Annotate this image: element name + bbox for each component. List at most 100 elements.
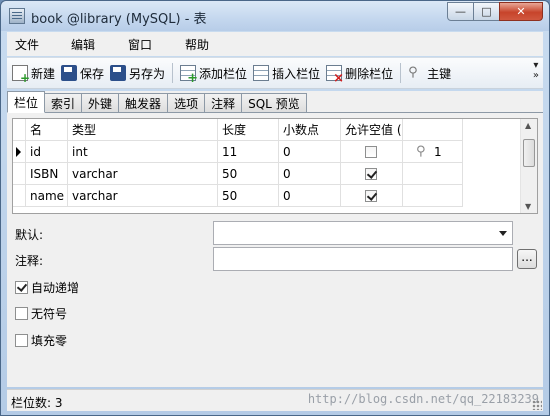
auto-increment-option[interactable]: 自动递增 [15,279,79,296]
save-label: 保存 [80,66,105,81]
add-field-label: 添加栏位 [199,66,248,81]
key-order: 1 [434,145,442,159]
allow-null-checkbox[interactable] [365,190,377,202]
scroll-down-arrow-icon[interactable]: ▼ [525,202,531,211]
toolbar: 新建 保存 另存为 添加栏位 插入栏位 删除栏位 ⚲ 主键 ▾» [7,57,543,89]
column-header-type[interactable]: 类型 [68,119,218,141]
add-field-button[interactable]: 添加栏位 [177,61,250,86]
scroll-up-arrow-icon[interactable]: ▲ [525,121,531,130]
save-as-button[interactable]: 另存为 [107,61,168,85]
fields-panel: 名 类型 长度 小数点 允许空值 ( id int 11 0 ⚲ 1 ISBN … [7,112,543,387]
menu-bar: 文件 编辑 窗口 帮助 [7,32,543,56]
column-header-allow-null[interactable]: 允许空值 ( [341,119,403,141]
grid-vertical-scrollbar[interactable]: ▲ ▼ [520,119,537,213]
key-icon: ⚲ [408,65,418,80]
field-name-cell[interactable]: ISBN [26,163,68,185]
tab-sql-preview[interactable]: SQL 预览 [241,93,307,113]
column-header-length[interactable]: 长度 [218,119,279,141]
field-name-cell[interactable]: name [26,185,68,207]
table-row[interactable]: id int 11 0 ⚲ 1 [13,141,521,163]
maximize-button[interactable]: □ [473,2,500,21]
menu-help[interactable]: 帮助 [177,36,209,53]
new-label: 新建 [31,66,56,81]
row-indicator [13,119,26,141]
menu-edit[interactable]: 编辑 [63,36,95,53]
field-decimals-cell[interactable]: 0 [279,163,341,185]
window-title: book @library (MySQL) - 表 [31,12,207,27]
table-row[interactable]: ISBN varchar 50 0 [13,163,521,185]
primary-key-button[interactable]: ⚲ 主键 [405,61,454,85]
insert-field-label: 插入栏位 [272,66,321,81]
tab-foreign-keys[interactable]: 外键 [81,93,120,113]
unsigned-option[interactable]: 无符号 [15,305,67,322]
field-decimals-cell[interactable]: 0 [279,141,341,163]
menu-window[interactable]: 窗口 [120,36,152,53]
tab-comment[interactable]: 注释 [204,93,243,113]
tab-indexes[interactable]: 索引 [44,93,83,113]
table-row[interactable]: name varchar 50 0 [13,185,521,207]
column-header-name[interactable]: 名 [26,119,68,141]
allow-null-checkbox[interactable] [365,168,377,180]
field-length-cell[interactable]: 11 [218,141,279,163]
field-key-cell[interactable] [403,185,463,207]
field-name-cell[interactable]: id [26,141,68,163]
unsigned-checkbox[interactable] [15,307,28,320]
field-type-cell[interactable]: int [68,141,218,163]
field-decimals-cell[interactable]: 0 [279,185,341,207]
field-type-cell[interactable]: varchar [68,185,218,207]
floppy-disk-icon [61,65,78,81]
column-header-decimals[interactable]: 小数点 [279,119,341,141]
delete-field-icon [326,65,344,86]
comment-label: 注释: [15,254,44,268]
new-file-icon [12,65,30,85]
default-value-combobox[interactable] [213,221,513,245]
toolbar-separator [400,63,402,83]
zerofill-checkbox[interactable] [15,334,28,347]
row-indicator [13,163,26,185]
field-allow-null-cell[interactable] [341,185,403,207]
chevron-down-icon[interactable] [499,231,507,236]
status-bar: 栏位数: 3 http://blog.csdn.net/qq_22183239 [7,389,543,411]
auto-increment-checkbox[interactable] [15,281,28,294]
tab-fields[interactable]: 栏位 [7,91,46,113]
field-allow-null-cell[interactable] [341,141,403,163]
default-label: 默认: [15,228,44,242]
tab-triggers[interactable]: 触发器 [118,93,169,113]
unsigned-label: 无符号 [31,307,68,321]
tab-options[interactable]: 选项 [167,93,206,113]
field-type-cell[interactable]: varchar [68,163,218,185]
allow-null-checkbox[interactable] [365,146,377,158]
field-length-cell[interactable]: 50 [218,163,279,185]
toolbar-overflow-chevron-icon[interactable]: ▾» [533,61,539,81]
minimize-button[interactable]: — [447,2,474,21]
delete-field-button[interactable]: 删除栏位 [323,61,396,86]
current-row-arrow-icon [13,141,26,163]
table-icon [9,8,25,24]
row-indicator [13,185,26,207]
scrollbar-thumb[interactable] [523,139,535,167]
menu-file[interactable]: 文件 [7,36,39,53]
add-field-icon [180,65,198,86]
field-allow-null-cell[interactable] [341,163,403,185]
column-header-key[interactable] [403,119,463,141]
save-as-label: 另存为 [129,66,166,81]
comment-ellipsis-button[interactable]: ... [517,249,537,269]
save-button[interactable]: 保存 [58,61,107,85]
zerofill-option[interactable]: 填充零 [15,332,67,349]
field-key-cell[interactable] [403,141,463,163]
save-as-icon [110,65,127,81]
fields-grid: 名 类型 长度 小数点 允许空值 ( id int 11 0 ⚲ 1 ISBN … [12,118,538,214]
delete-field-label: 删除栏位 [345,66,394,81]
field-length-cell[interactable]: 50 [218,185,279,207]
new-button[interactable]: 新建 [9,61,58,85]
comment-input[interactable] [213,247,513,271]
watermark-text: http://blog.csdn.net/qq_22183239 [307,392,539,406]
resize-grip-icon[interactable] [532,400,542,410]
field-count-status: 栏位数: 3 [11,396,63,410]
auto-increment-label: 自动递增 [31,281,80,295]
tab-strip: 栏位 索引 外键 触发器 选项 注释 SQL 预览 [7,91,543,113]
field-key-cell[interactable] [403,163,463,185]
primary-key-label: 主键 [427,66,452,81]
close-button[interactable]: ✕ [499,2,543,21]
insert-field-button[interactable]: 插入栏位 [250,61,323,85]
